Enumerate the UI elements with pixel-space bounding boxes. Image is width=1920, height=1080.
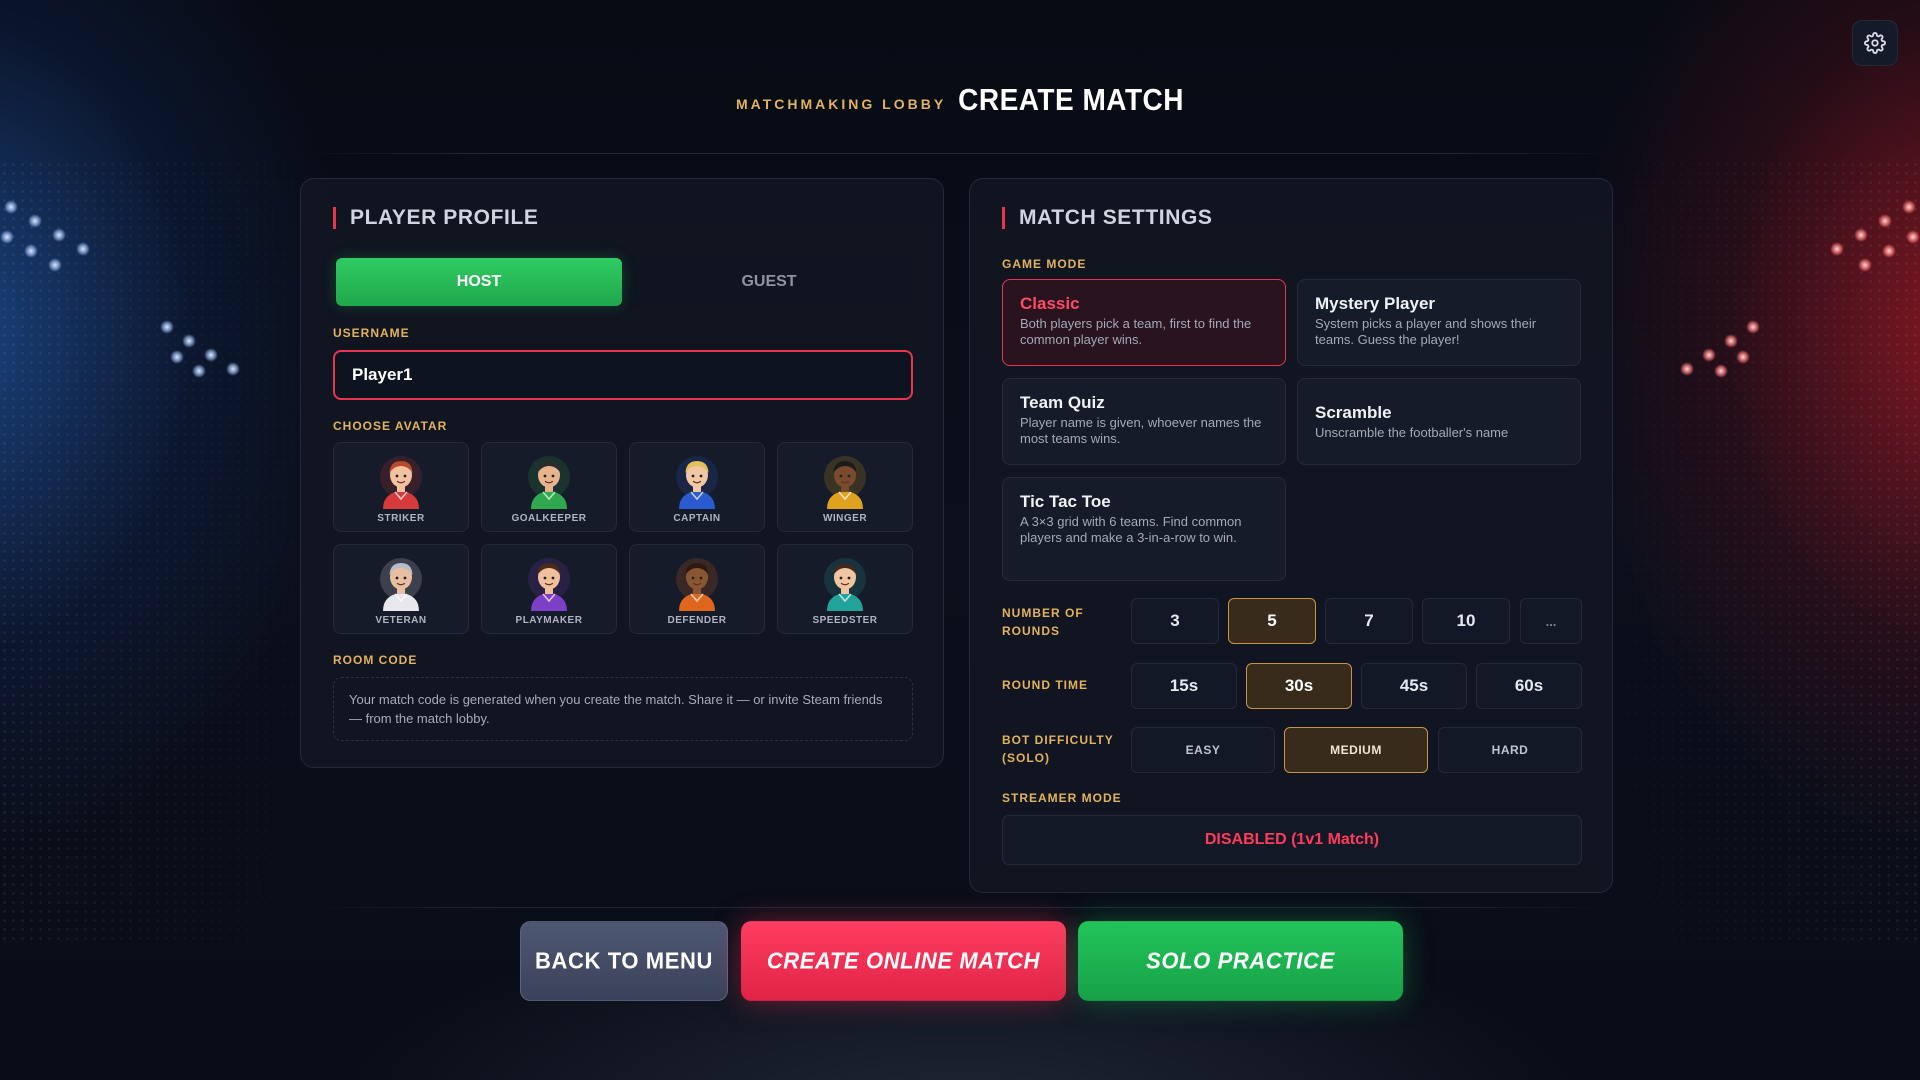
host-toggle-button[interactable]: HOST: [336, 258, 622, 306]
header-divider: [300, 153, 1620, 154]
stadium-lights-right-2: [1650, 320, 1760, 410]
footballer-avatar-icon: [528, 558, 570, 611]
stadium-lights-right: [1800, 190, 1920, 310]
rounds-option-5[interactable]: 5: [1228, 598, 1316, 644]
footballer-avatar-icon: [824, 558, 866, 611]
mode-description: Unscramble the footballer's name: [1315, 425, 1509, 440]
player-profile-title: PLAYER PROFILE: [333, 207, 539, 229]
mode-description: System picks a player and shows their te…: [1315, 316, 1537, 347]
bot-difficulty-label: BOT DIFFICULTY (SOLO): [1002, 733, 1114, 765]
avatar-option-captain[interactable]: CAPTAIN: [629, 442, 765, 532]
match-settings-title: MATCH SETTINGS: [1002, 207, 1213, 229]
mode-title: Scramble: [1315, 403, 1392, 422]
header-subtitle: MATCHMAKING LOBBY: [735, 96, 947, 112]
role-toggle: HOST GUEST: [336, 258, 912, 306]
rounds-option-10[interactable]: 10: [1422, 598, 1510, 644]
stadium-lights-left-2: [160, 320, 270, 410]
avatar-name: WINGER: [822, 513, 868, 524]
avatar-name: STRIKER: [377, 513, 425, 524]
difficulty-option-hard[interactable]: HARD: [1438, 727, 1582, 773]
footballer-avatar-icon: [676, 456, 718, 509]
username-label: USERNAME: [333, 326, 410, 340]
guest-toggle-button[interactable]: GUEST: [626, 258, 912, 306]
settings-button[interactable]: [1852, 20, 1898, 66]
rounds-option-more[interactable]: ...: [1520, 598, 1582, 644]
page-title: CREATE MATCH: [958, 82, 1184, 117]
mode-card-tic-tac-toe[interactable]: Tic Tac Toe A 3×3 grid with 6 teams. Fin…: [1002, 477, 1286, 581]
avatar-name: SPEEDSTER: [812, 615, 878, 626]
avatar-label: CHOOSE AVATAR: [333, 419, 448, 433]
footballer-avatar-icon: [380, 456, 422, 509]
footballer-avatar-icon: [380, 558, 422, 611]
stadium-crowd-right: [1560, 160, 1920, 940]
room-code-info: Your match code is generated when you cr…: [333, 677, 913, 741]
avatar-option-winger[interactable]: WINGER: [777, 442, 913, 532]
page-header: MATCHMAKING LOBBY CREATE MATCH: [0, 82, 1920, 117]
rounds-label: NUMBER OF ROUNDS: [1002, 606, 1084, 638]
avatar-option-striker[interactable]: STRIKER: [333, 442, 469, 532]
footballer-avatar-icon: [528, 456, 570, 509]
mode-card-classic[interactable]: Classic Both players pick a team, first …: [1002, 279, 1286, 366]
avatar-option-playmaker[interactable]: PLAYMAKER: [481, 544, 617, 634]
mode-description: Player name is given, whoever names the …: [1020, 415, 1262, 446]
username-input[interactable]: Player1: [333, 350, 913, 400]
difficulty-option-easy[interactable]: EASY: [1131, 727, 1275, 773]
player-profile-panel: PLAYER PROFILE HOST GUEST USERNAME Playe…: [300, 178, 944, 768]
avatar-name: GOALKEEPER: [511, 513, 587, 524]
game-mode-label: GAME MODE: [1002, 257, 1087, 271]
round-time-option-60s[interactable]: 60s: [1476, 663, 1582, 709]
round-time-option-45s[interactable]: 45s: [1361, 663, 1467, 709]
gear-icon: [1864, 32, 1886, 54]
mode-title: Tic Tac Toe: [1020, 492, 1111, 511]
footer-divider: [300, 907, 1620, 908]
stadium-lights-left: [0, 190, 120, 310]
match-settings-panel: MATCH SETTINGS GAME MODE Classic Both pl…: [969, 178, 1613, 893]
footballer-avatar-icon: [824, 456, 866, 509]
mode-title: Team Quiz: [1020, 393, 1105, 412]
avatar-option-defender[interactable]: DEFENDER: [629, 544, 765, 634]
mode-card-scramble[interactable]: Scramble Unscramble the footballer's nam…: [1297, 378, 1581, 465]
mode-card-mystery-player[interactable]: Mystery Player System picks a player and…: [1297, 279, 1581, 366]
mode-description: Both players pick a team, first to find …: [1020, 316, 1252, 347]
avatar-option-goalkeeper[interactable]: GOALKEEPER: [481, 442, 617, 532]
avatar-option-veteran[interactable]: VETERAN: [333, 544, 469, 634]
avatar-name: VETERAN: [375, 615, 427, 626]
create-online-match-button[interactable]: CREATE ONLINE MATCH: [741, 921, 1066, 1001]
footballer-avatar-icon: [676, 558, 718, 611]
mode-description: A 3×3 grid with 6 teams. Find common pla…: [1020, 514, 1242, 545]
mode-title: Classic: [1020, 294, 1080, 313]
back-to-menu-button[interactable]: BACK TO MENU: [520, 921, 728, 1001]
solo-practice-button[interactable]: SOLO PRACTICE: [1078, 921, 1403, 1001]
round-time-label: ROUND TIME: [1002, 678, 1088, 692]
mode-card-team-quiz[interactable]: Team Quiz Player name is given, whoever …: [1002, 378, 1286, 465]
streamer-mode-label: STREAMER MODE: [1002, 791, 1122, 805]
avatar-option-speedster[interactable]: SPEEDSTER: [777, 544, 913, 634]
avatar-name: PLAYMAKER: [515, 615, 583, 626]
round-time-option-30s[interactable]: 30s: [1246, 663, 1352, 709]
rounds-option-7[interactable]: 7: [1325, 598, 1413, 644]
mode-title: Mystery Player: [1315, 294, 1436, 313]
streamer-mode-toggle[interactable]: DISABLED (1v1 Match): [1002, 815, 1582, 865]
difficulty-option-medium[interactable]: MEDIUM: [1284, 727, 1428, 773]
room-code-label: ROOM CODE: [333, 653, 418, 667]
round-time-option-15s[interactable]: 15s: [1131, 663, 1237, 709]
avatar-name: CAPTAIN: [673, 513, 721, 524]
avatar-grid: STRIKER GOALKEEPER CAPTAIN WINGER VETERAN PLA…: [333, 442, 913, 634]
rounds-option-3[interactable]: 3: [1131, 598, 1219, 644]
avatar-name: DEFENDER: [667, 615, 727, 626]
